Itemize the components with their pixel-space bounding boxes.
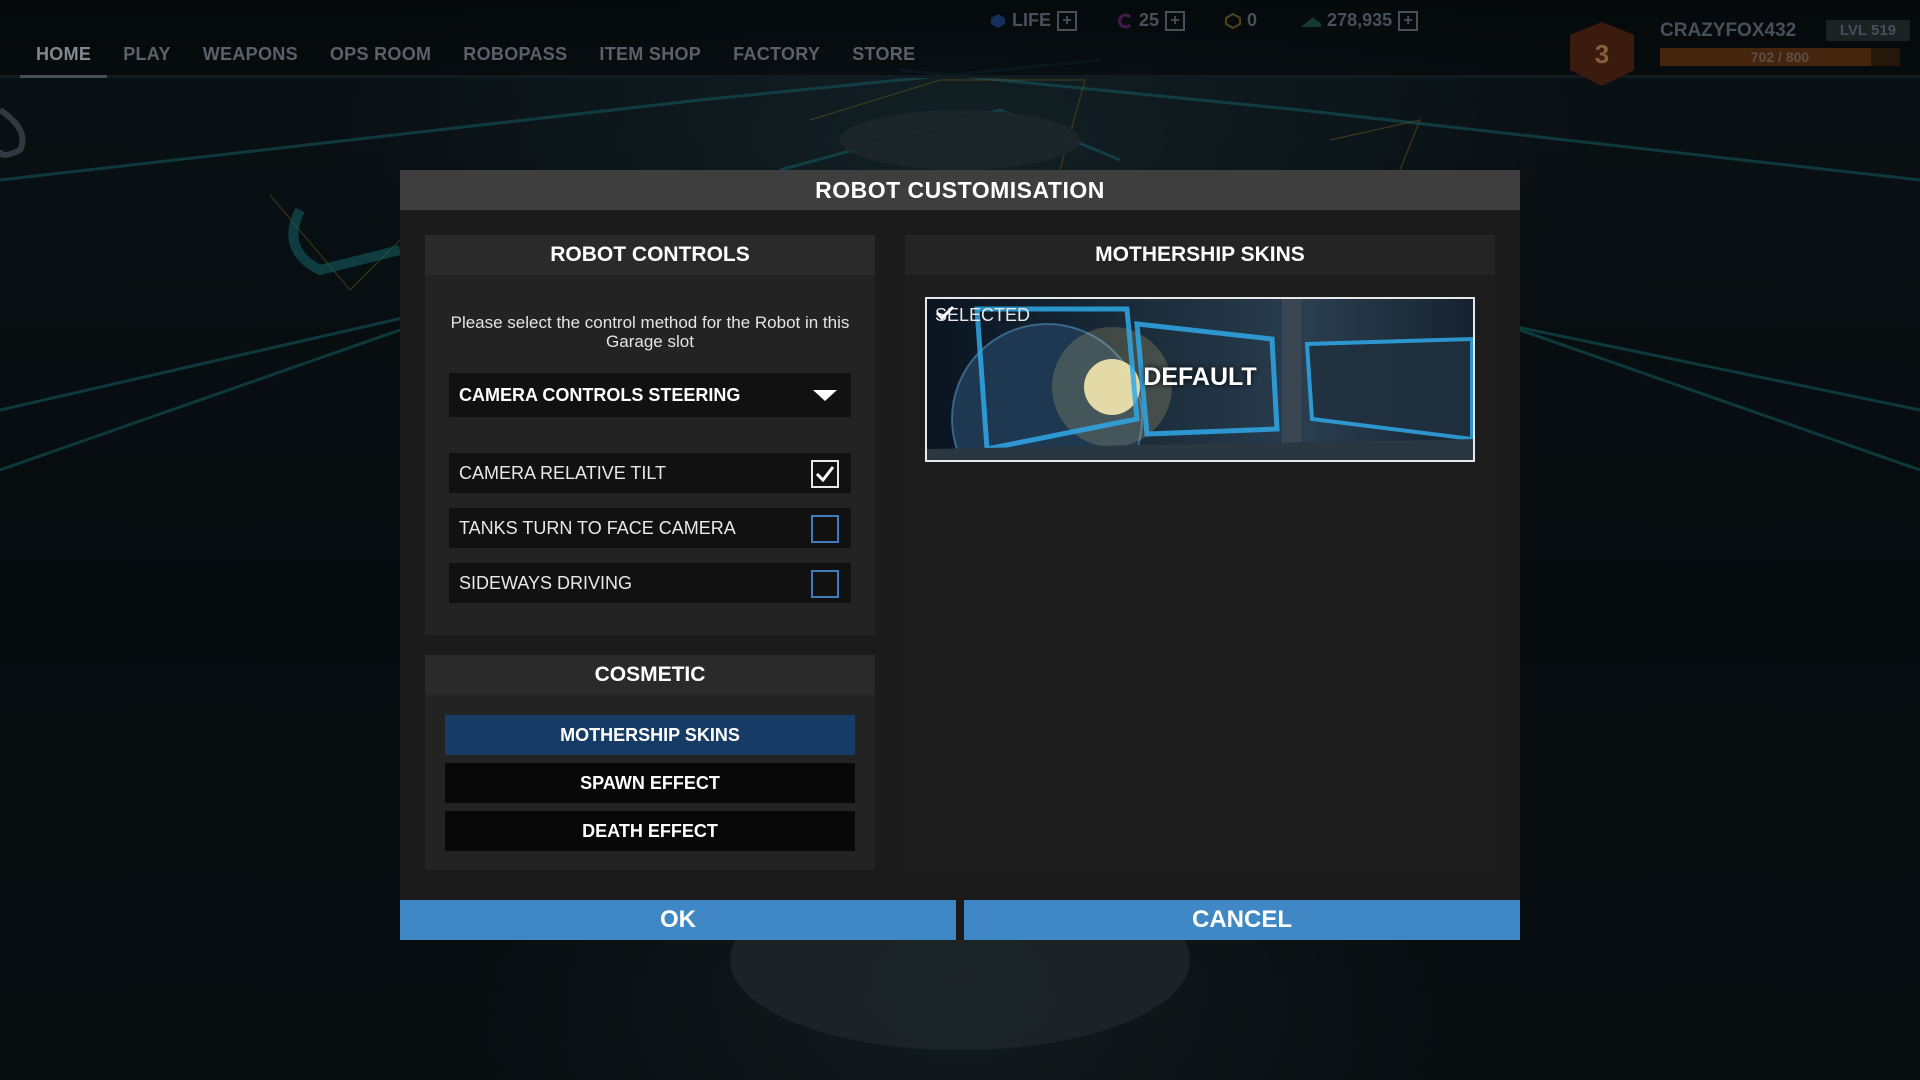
- spawn-effect-button[interactable]: SPAWN EFFECT: [445, 763, 855, 803]
- mothership-skins-heading: MOTHERSHIP SKINS: [905, 235, 1495, 275]
- robot-controls-heading: ROBOT CONTROLS: [425, 235, 875, 275]
- selected-tag: SELECTED: [935, 305, 1030, 326]
- cosmetic-panel: COSMETIC MOTHERSHIP SKINS SPAWN EFFECT D…: [425, 655, 875, 870]
- control-method-value: CAMERA CONTROLS STEERING: [459, 384, 741, 405]
- skin-card-default[interactable]: SELECTED DEFAULT: [925, 297, 1475, 462]
- sideways-driving-checkbox[interactable]: [811, 570, 839, 598]
- robot-customisation-dialog: ROBOT CUSTOMISATION ROBOT CONTROLS Pleas…: [400, 170, 1520, 940]
- death-effect-button[interactable]: DEATH EFFECT: [445, 811, 855, 851]
- checkmark-icon: [815, 466, 835, 483]
- check-icon: [935, 305, 955, 321]
- option-sideways-driving[interactable]: SIDEWAYS DRIVING: [449, 563, 851, 603]
- ok-button[interactable]: OK: [400, 900, 956, 940]
- robot-controls-panel: ROBOT CONTROLS Please select the control…: [425, 235, 875, 635]
- controls-description: Please select the control method for the…: [450, 313, 850, 351]
- mothership-skins-button[interactable]: MOTHERSHIP SKINS: [445, 715, 855, 755]
- option-camera-relative-tilt[interactable]: CAMERA RELATIVE TILT: [449, 453, 851, 493]
- chevron-down-icon: [813, 390, 837, 401]
- option-label: SIDEWAYS DRIVING: [459, 572, 633, 593]
- dialog-title: ROBOT CUSTOMISATION: [400, 170, 1520, 210]
- mothership-skins-panel: MOTHERSHIP SKINS SELECTED DEFAULT: [905, 235, 1495, 870]
- skin-name: DEFAULT: [1143, 363, 1257, 391]
- tanks-turn-checkbox[interactable]: [811, 515, 839, 543]
- option-tanks-turn-to-face-camera[interactable]: TANKS TURN TO FACE CAMERA: [449, 508, 851, 548]
- option-label: CAMERA RELATIVE TILT: [459, 462, 667, 483]
- camera-relative-tilt-checkbox[interactable]: [811, 460, 839, 488]
- cancel-button[interactable]: CANCEL: [964, 900, 1520, 940]
- option-label: TANKS TURN TO FACE CAMERA: [459, 517, 736, 538]
- control-method-dropdown[interactable]: CAMERA CONTROLS STEERING: [449, 373, 851, 417]
- cosmetic-heading: COSMETIC: [425, 655, 875, 695]
